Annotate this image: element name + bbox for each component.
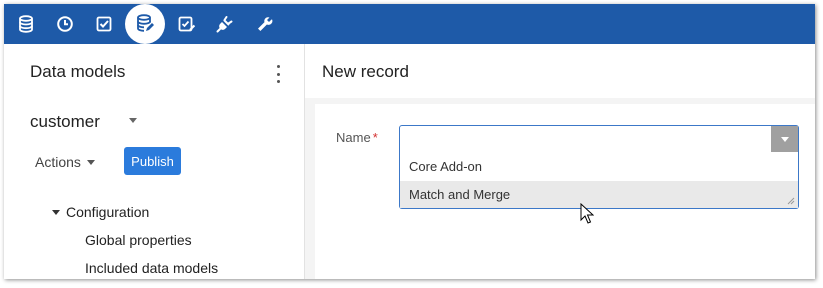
- database-icon[interactable]: [14, 12, 38, 36]
- caret-down-icon: [86, 159, 95, 165]
- left-panel: Data models customer Actions Publish Con…: [4, 44, 304, 279]
- top-toolbar: [4, 4, 815, 44]
- name-field-label: Name *: [336, 130, 378, 145]
- tree-item-included-data-models[interactable]: Included data models: [85, 260, 218, 276]
- panel-title: Data models: [30, 62, 126, 81]
- name-label-text: Name: [336, 130, 371, 145]
- chevron-down-icon[interactable]: [129, 118, 137, 123]
- clock-icon[interactable]: [53, 12, 77, 36]
- tree-item-global-properties[interactable]: Global properties: [85, 232, 192, 248]
- chevron-down-icon: [780, 136, 789, 142]
- dropdown-option-match-and-merge[interactable]: Match and Merge: [400, 181, 798, 208]
- data-model-icon[interactable]: [125, 4, 165, 44]
- actions-label: Actions: [35, 154, 81, 170]
- app-window: Data models customer Actions Publish Con…: [4, 4, 815, 279]
- combobox-toggle-button[interactable]: [771, 126, 798, 152]
- wrench-icon[interactable]: [253, 12, 277, 36]
- resize-handle-icon[interactable]: [787, 197, 795, 205]
- name-dropdown-list: Core Add-on Match and Merge: [399, 152, 799, 209]
- name-combobox[interactable]: [399, 125, 799, 153]
- record-header: New record: [305, 44, 815, 98]
- actions-menu[interactable]: Actions: [35, 154, 95, 170]
- dropdown-option-core-add-on[interactable]: Core Add-on: [400, 153, 798, 180]
- plug-icon[interactable]: [213, 12, 237, 36]
- tree-node-label: Configuration: [66, 204, 150, 220]
- edit-check-icon[interactable]: [174, 12, 198, 36]
- mouse-cursor-icon: [580, 203, 594, 224]
- tree-node-configuration[interactable]: Configuration: [52, 204, 149, 220]
- expand-triangle-icon[interactable]: [52, 209, 60, 215]
- more-options-icon[interactable]: [274, 65, 282, 83]
- data-model-selector[interactable]: customer: [30, 112, 100, 132]
- page-title: New record: [322, 62, 409, 81]
- checkbox-icon[interactable]: [92, 12, 116, 36]
- required-marker: *: [372, 130, 378, 145]
- publish-button[interactable]: Publish: [124, 147, 181, 175]
